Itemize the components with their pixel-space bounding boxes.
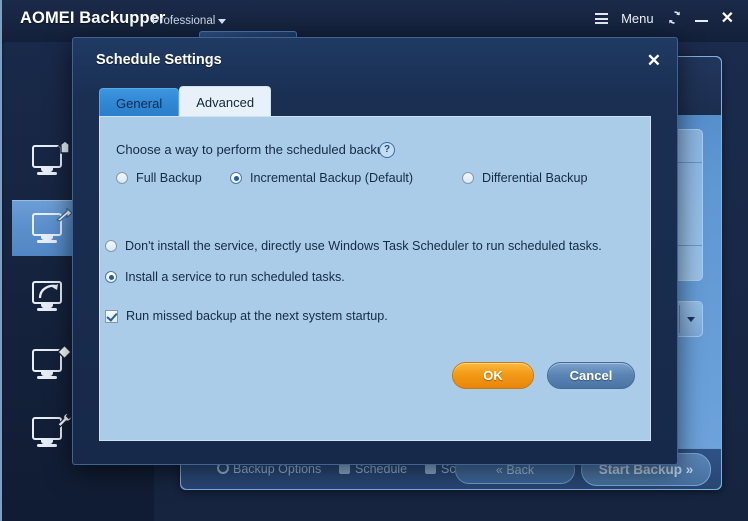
dialog-body: Choose a way to perform the scheduled ba… — [99, 116, 651, 441]
app-edition-label: Professional — [152, 15, 216, 27]
app-root: AOMEI Backupper Professional Menu ✕ Back… — [0, 0, 748, 521]
window-controls: Menu ✕ — [595, 10, 734, 27]
menu-button[interactable]: Menu — [621, 11, 654, 26]
dialog-close-button[interactable]: ✕ — [647, 52, 661, 69]
app-brand-title: AOMEI Backupper — [20, 9, 166, 27]
radio-indicator[interactable] — [105, 271, 117, 283]
radio-differential-backup[interactable]: Differential Backup — [462, 171, 587, 185]
checkbox-indicator[interactable] — [105, 309, 118, 323]
chevron-down-icon — [687, 317, 695, 322]
monitor-home-icon — [30, 140, 73, 178]
radio-indicator[interactable] — [230, 172, 242, 184]
monitor-backup-icon — [30, 208, 73, 246]
window-close-button[interactable]: ✕ — [721, 10, 734, 26]
radio-label: Install a service to run scheduled tasks… — [125, 270, 345, 284]
backup-mode-prompt: Choose a way to perform the scheduled ba… — [116, 142, 395, 157]
tab-advanced[interactable]: Advanced — [179, 86, 272, 117]
ok-button[interactable]: OK — [452, 362, 534, 389]
dialog-title: Schedule Settings — [96, 52, 222, 68]
monitor-restore-icon — [30, 278, 72, 314]
minimize-button[interactable] — [694, 12, 708, 26]
radio-full-backup[interactable]: Full Backup — [116, 171, 202, 185]
refresh-icon[interactable] — [667, 10, 682, 27]
radio-indicator[interactable] — [116, 172, 128, 184]
dialog-tabs: General Advanced — [99, 86, 272, 117]
checkbox-label: Run missed backup at the next system sta… — [126, 309, 388, 323]
radio-label: Incremental Backup (Default) — [250, 171, 414, 185]
radio-install-service[interactable]: Install a service to run scheduled tasks… — [105, 270, 345, 284]
edition-chevron-down-icon[interactable] — [218, 19, 226, 24]
question-mark-icon[interactable]: ? — [379, 142, 395, 158]
radio-label: Differential Backup — [482, 171, 588, 185]
radio-label: Don't install the service, directly use … — [125, 239, 602, 253]
radio-label: Full Backup — [136, 171, 202, 185]
monitor-utilities-icon — [30, 412, 72, 450]
radio-indicator[interactable] — [462, 172, 474, 184]
hamburger-menu-icon[interactable] — [595, 13, 609, 24]
radio-incremental-backup[interactable]: Incremental Backup (Default) — [230, 171, 413, 185]
checkbox-run-missed-backup[interactable]: Run missed backup at the next system sta… — [105, 309, 388, 323]
cancel-button[interactable]: Cancel — [547, 362, 635, 389]
tab-general[interactable]: General — [99, 88, 180, 117]
monitor-clone-icon — [30, 344, 72, 382]
schedule-settings-dialog: Schedule Settings ✕ General Advanced Cho… — [72, 37, 678, 465]
radio-no-service[interactable]: Don't install the service, directly use … — [105, 239, 602, 253]
radio-indicator[interactable] — [105, 240, 117, 252]
